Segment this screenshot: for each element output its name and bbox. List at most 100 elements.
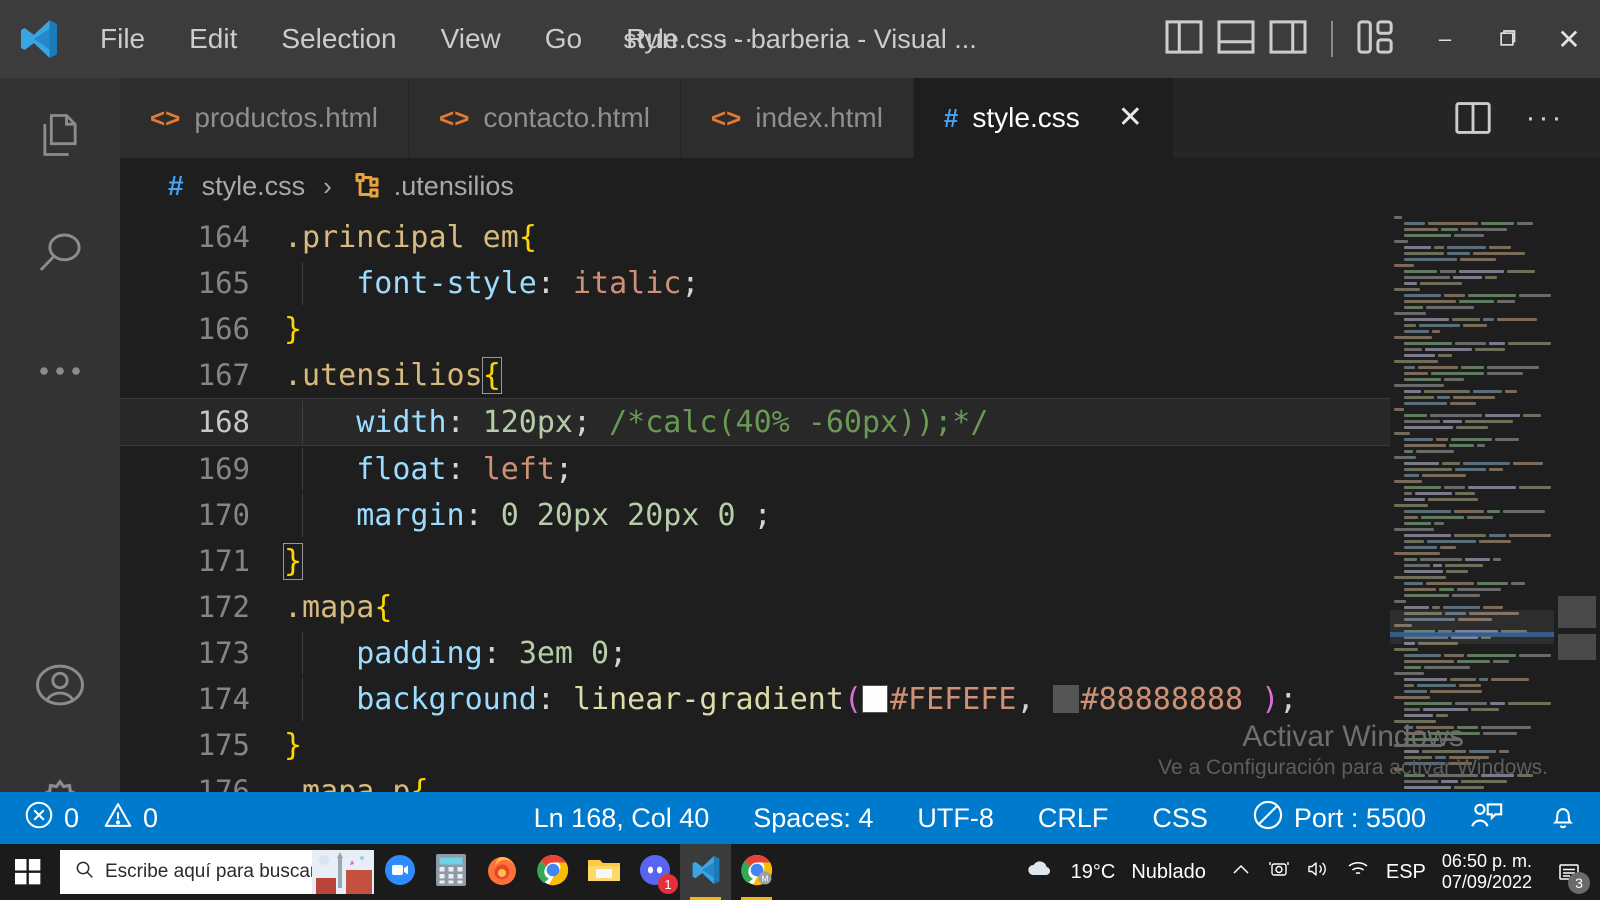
taskbar-app-discord[interactable]: 1 [629, 844, 680, 900]
code-line-text[interactable]: } [284, 728, 1390, 763]
code-line[interactable]: 168 width: 120px; /*calc(40% -60px));*/ [120, 398, 1390, 446]
code-line[interactable]: 166} [120, 306, 1390, 352]
code-line[interactable]: 171} [120, 538, 1390, 584]
menu-item-go[interactable]: Go [523, 17, 604, 61]
code-line[interactable]: 174 background: linear-gradient(#FEFEFE,… [120, 676, 1390, 722]
status-eol[interactable]: CRLF [1016, 792, 1131, 844]
code-line[interactable]: 173 padding: 3em 0; [120, 630, 1390, 676]
sidebar-item-accounts[interactable] [0, 628, 120, 746]
taskbar-app-file-explorer[interactable] [578, 844, 629, 900]
menu-item-view[interactable]: View [419, 17, 523, 61]
weather-temp[interactable]: 19°C [1071, 861, 1116, 884]
minimap-slider[interactable] [1390, 610, 1554, 644]
code-line-text[interactable]: width: 120px; /*calc(40% -60px));*/ [284, 400, 1390, 444]
code-token: ; [554, 451, 573, 487]
tab-contacto-html[interactable]: <> contacto.html [409, 78, 681, 158]
tab-style-css[interactable]: # style.css ✕ [913, 78, 1174, 158]
show-hidden-icons-chevron[interactable] [1230, 861, 1252, 884]
taskbar-app-zoom[interactable] [374, 844, 425, 900]
split-editor-icon[interactable] [1440, 78, 1506, 158]
minimap[interactable] [1390, 214, 1554, 792]
code-token: } [284, 727, 303, 763]
code-line-text[interactable]: margin: 0 20px 20px 0 ; [284, 493, 1390, 537]
weather-desc[interactable]: Nublado [1131, 861, 1206, 884]
breadcrumb-symbol[interactable]: .utensilios [394, 171, 514, 202]
sidebar-item-explorer[interactable] [0, 78, 120, 196]
status-notifications[interactable] [1526, 792, 1600, 844]
scrollbar-thumb-secondary[interactable] [1558, 634, 1596, 660]
code-line-text[interactable]: padding: 3em 0; [284, 631, 1390, 675]
taskbar-app-firefox[interactable] [476, 844, 527, 900]
status-problems[interactable]: 0 0 [24, 792, 180, 844]
code-line[interactable]: 169 float: left; [120, 446, 1390, 492]
code-line-text[interactable]: } [284, 312, 1390, 347]
code-editor[interactable]: 164 .principal em{165 font-style: italic;… [120, 214, 1600, 792]
minimap-token [1404, 557, 1417, 561]
tab-productos-html[interactable]: <> productos.html [120, 78, 410, 158]
taskbar-app-calculator[interactable] [425, 844, 476, 900]
minimap-token [1404, 467, 1452, 471]
scrollbar-thumb[interactable] [1558, 596, 1596, 628]
code-lines[interactable]: 164 .principal em{165 font-style: italic;… [120, 214, 1390, 792]
taskbar-app-vscode[interactable] [680, 844, 731, 900]
clock[interactable]: 06:50 p. m. 07/09/2022 [1442, 851, 1532, 892]
code-line-text[interactable]: .principal em{ [284, 220, 1390, 255]
code-line-text[interactable]: .mapa p{ [284, 774, 1390, 793]
color-swatch[interactable] [862, 684, 888, 713]
breadcrumb-file[interactable]: style.css [202, 171, 306, 202]
tab-index-html[interactable]: <> index.html [680, 78, 914, 158]
language-indicator[interactable]: ESP [1386, 861, 1426, 884]
status-feedback[interactable] [1448, 792, 1526, 844]
camera-icon[interactable] [1268, 859, 1290, 885]
minimap-token [1456, 425, 1488, 429]
code-line-text[interactable]: float: left; [284, 447, 1390, 491]
code-line[interactable]: 165 font-style: italic; [120, 260, 1390, 306]
code-line-text[interactable]: .mapa{ [284, 590, 1390, 625]
status-live-server[interactable]: Port : 5500 [1230, 792, 1448, 844]
toggle-panel-icon[interactable] [1217, 19, 1255, 59]
windows-start-icon[interactable] [0, 844, 56, 900]
toggle-secondary-sidebar-icon[interactable] [1269, 19, 1307, 59]
vscode-icon [689, 853, 723, 892]
menu-item-file[interactable]: File [78, 17, 167, 61]
editor-vertical-scrollbar[interactable] [1554, 214, 1600, 792]
code-line[interactable]: 176 .mapa p{ [120, 768, 1390, 793]
code-line[interactable]: 170 margin: 0 20px 20px 0 ; [120, 492, 1390, 538]
volume-icon[interactable] [1306, 859, 1330, 885]
code-line-text[interactable]: background: linear-gradient(#FEFEFE, #88… [284, 677, 1390, 721]
taskbar-search-input[interactable]: Escribe aquí para buscar [60, 850, 374, 894]
color-swatch[interactable] [1052, 684, 1079, 713]
code-line[interactable]: 167 .utensilios{ [120, 352, 1390, 398]
toggle-primary-sidebar-icon[interactable] [1165, 19, 1203, 59]
menu-item-selection[interactable]: Selection [259, 17, 418, 61]
taskbar-app-chrome[interactable] [527, 844, 578, 900]
notification-center-button[interactable]: 3 [1548, 844, 1590, 900]
code-line[interactable]: 164 .principal em{ [120, 214, 1390, 260]
customize-layout-icon[interactable] [1357, 19, 1395, 60]
tab-close-icon[interactable]: ✕ [1118, 103, 1143, 133]
notification-count: 3 [1568, 872, 1590, 894]
status-indentation[interactable]: Spaces: 4 [731, 792, 895, 844]
close-button[interactable]: ✕ [1538, 0, 1600, 78]
code-line-text[interactable]: .utensilios{ [284, 356, 1390, 394]
menu-overflow-button[interactable]: ··· [699, 17, 776, 61]
minimap-token [1418, 365, 1458, 369]
more-editor-actions-icon[interactable]: ··· [1512, 78, 1578, 158]
menu-item-run[interactable]: Run [604, 17, 699, 61]
css-file-icon: # [168, 170, 184, 201]
code-line-text[interactable]: } [283, 542, 1390, 580]
menu-item-edit[interactable]: Edit [167, 17, 259, 61]
code-line[interactable]: 175} [120, 722, 1390, 768]
taskbar-app-chrome-profile[interactable]: M [731, 844, 782, 900]
status-cursor-position[interactable]: Ln 168, Col 40 [512, 792, 732, 844]
status-encoding[interactable]: UTF-8 [895, 792, 1016, 844]
wifi-icon[interactable] [1346, 859, 1370, 885]
code-line[interactable]: 172 .mapa{ [120, 584, 1390, 630]
minimize-button[interactable]: – [1414, 0, 1476, 78]
code-line-text[interactable]: font-style: italic; [284, 261, 1390, 305]
sidebar-item-more-views[interactable] [0, 314, 120, 432]
restore-button[interactable] [1476, 0, 1538, 78]
sidebar-item-search[interactable] [0, 196, 120, 314]
status-language-mode[interactable]: CSS [1130, 792, 1230, 844]
